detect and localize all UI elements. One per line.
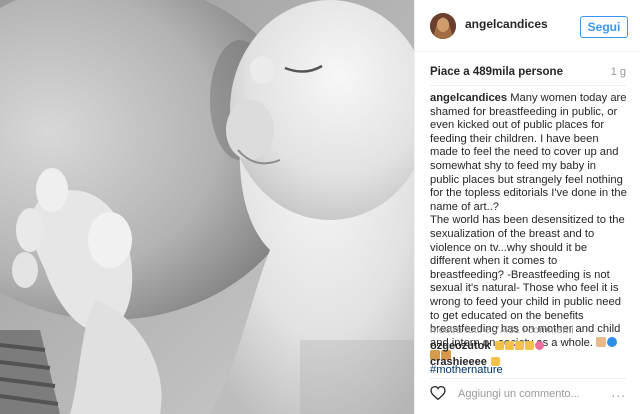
post-header: angelcandices Segui bbox=[415, 0, 640, 52]
post-photo[interactable] bbox=[0, 0, 414, 414]
avatar[interactable] bbox=[430, 13, 456, 39]
raised-hands-emoji-icon bbox=[490, 357, 500, 366]
clapping-hands-emoji-icon bbox=[524, 341, 534, 350]
more-options-icon[interactable]: ... bbox=[611, 384, 626, 400]
add-comment-input[interactable] bbox=[458, 385, 608, 403]
flexed-biceps-emoji-icon bbox=[504, 341, 514, 350]
post-age[interactable]: 1 g bbox=[611, 66, 626, 78]
heart-outline-icon[interactable] bbox=[430, 385, 446, 405]
two-hearts-emoji-icon bbox=[534, 341, 544, 350]
post-sidebar: angelcandices Segui Piace a 489mila pers… bbox=[414, 0, 640, 414]
caption-text: Many women today are shamed for breastfe… bbox=[430, 92, 627, 213]
flexed-biceps-emoji-icon bbox=[494, 341, 504, 350]
flexed-biceps-emoji-icon bbox=[596, 336, 607, 347]
flexed-biceps-emoji-icon bbox=[514, 341, 524, 350]
comment-username[interactable]: ozgeozutok bbox=[430, 340, 491, 352]
follow-button[interactable]: Segui bbox=[580, 16, 628, 38]
comment-username[interactable]: crashieeee bbox=[430, 356, 487, 368]
caption-username[interactable]: angelcandices bbox=[430, 92, 507, 104]
likes-row: Piace a 489mila persone 1 g bbox=[430, 60, 626, 86]
comment-item: ozgeozutok bbox=[430, 340, 544, 352]
likes-count[interactable]: Piace a 489mila persone bbox=[430, 66, 563, 78]
blue-heart-emoji-icon bbox=[607, 336, 618, 347]
comment-footer: ... bbox=[430, 378, 626, 406]
comment-item: crashieeee bbox=[430, 356, 500, 368]
post-image-bw bbox=[0, 0, 414, 414]
show-all-comments-link[interactable]: mostra tutti e 7.431 i commenti bbox=[430, 324, 574, 336]
post-username[interactable]: angelcandices bbox=[465, 17, 548, 31]
avatar-image bbox=[430, 13, 456, 39]
